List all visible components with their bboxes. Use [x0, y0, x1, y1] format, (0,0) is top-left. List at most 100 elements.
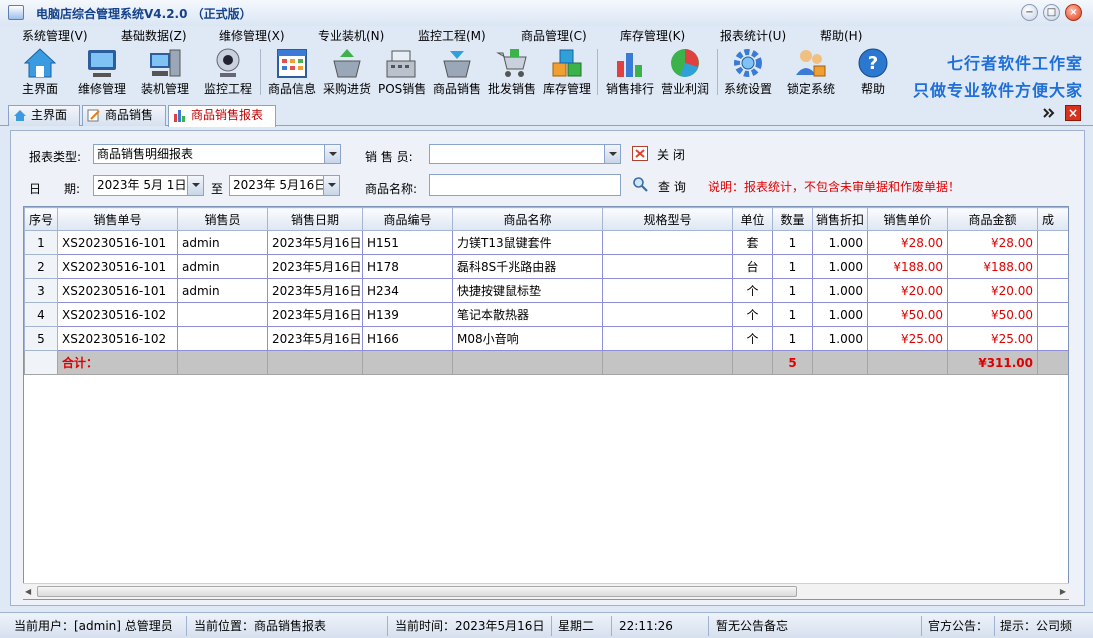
- column-header[interactable]: 销售日期: [267, 207, 363, 231]
- cell-amount: ¥20.00: [947, 278, 1038, 303]
- query-button[interactable]: 查 询: [658, 178, 686, 195]
- chevron-down-icon[interactable]: [187, 176, 203, 195]
- tab-label: 商品销售报表: [191, 108, 264, 122]
- cell-seq: 1: [24, 230, 58, 255]
- summary-cell: [732, 350, 773, 375]
- minimize-button[interactable]: −: [1021, 4, 1038, 21]
- tool-product-sales[interactable]: 商品销售: [430, 45, 484, 99]
- column-header[interactable]: 商品金额: [947, 207, 1038, 231]
- cell-cost: [1037, 254, 1068, 279]
- cell-date: 2023年5月16日: [267, 254, 363, 279]
- column-header[interactable]: 序号: [24, 207, 58, 231]
- menu-assembly[interactable]: 专业装机(N): [318, 27, 384, 44]
- status-separator: [387, 616, 388, 636]
- tool-help[interactable]: ? 帮助: [850, 45, 896, 99]
- column-header[interactable]: 销售单号: [57, 207, 178, 231]
- menu-reports[interactable]: 报表统计(U): [720, 27, 786, 44]
- menu-monitoring[interactable]: 监控工程(M): [418, 27, 486, 44]
- chevron-down-icon[interactable]: [324, 145, 340, 163]
- tool-repair[interactable]: 维修管理: [76, 45, 128, 99]
- tool-assembly[interactable]: 装机管理: [138, 45, 192, 99]
- report-type-select[interactable]: 商品销售明细报表: [93, 144, 341, 164]
- tool-profit[interactable]: 营业利润: [658, 45, 712, 99]
- menu-system[interactable]: 系统管理(V): [22, 27, 88, 44]
- scroll-left-icon[interactable]: ◀: [25, 587, 31, 596]
- cell-unit: 个: [732, 326, 773, 351]
- status-memo: 暂无公告备忘: [716, 619, 789, 633]
- status-separator: [708, 616, 709, 636]
- cell-amount: ¥25.00: [947, 326, 1038, 351]
- tool-settings[interactable]: 系统设置: [722, 45, 774, 99]
- cell-cost: [1037, 326, 1068, 351]
- tool-label: 装机管理: [140, 82, 189, 96]
- tab-overflow-icon[interactable]: [1042, 106, 1056, 120]
- date-to-label: 至: [211, 182, 224, 196]
- chevron-down-icon[interactable]: [323, 176, 339, 195]
- summary-cell: [267, 350, 363, 375]
- close-report-icon[interactable]: [632, 146, 648, 161]
- date-from-value: 2023年 5月 1日: [97, 178, 187, 192]
- column-header[interactable]: 销售单价: [867, 207, 948, 231]
- scrollbar-thumb[interactable]: [37, 586, 797, 597]
- column-header[interactable]: 商品编号: [362, 207, 453, 231]
- cell-date: 2023年5月16日: [267, 302, 363, 327]
- tool-inventory[interactable]: 库存管理: [541, 45, 593, 99]
- date-from-picker[interactable]: 2023年 5月 1日: [93, 175, 204, 196]
- menu-repair[interactable]: 维修管理(X): [219, 27, 285, 44]
- search-icon[interactable]: [632, 176, 648, 192]
- column-header[interactable]: 规格型号: [602, 207, 733, 231]
- column-header[interactable]: 单位: [732, 207, 773, 231]
- cell-salesperson: [177, 326, 268, 351]
- cell-seq: 3: [24, 278, 58, 303]
- tool-purchase[interactable]: 采购进货: [321, 45, 373, 99]
- chevron-down-icon[interactable]: [604, 145, 620, 163]
- menu-inventory[interactable]: 库存管理(K): [620, 27, 685, 44]
- menu-base-data[interactable]: 基础数据(Z): [121, 27, 187, 44]
- home-icon: [14, 110, 26, 121]
- tool-home[interactable]: 主界面: [18, 45, 62, 99]
- table-row[interactable]: 3 XS20230516-101 admin 2023年5月16日 H234 快捷按键鼠标…: [24, 278, 1068, 303]
- cell-unit: 台: [732, 254, 773, 279]
- cell-order-no: XS20230516-101: [57, 278, 178, 303]
- tool-label: 维修管理: [77, 82, 126, 96]
- cell-name: 快捷按键鼠标垫: [452, 278, 603, 303]
- product-name-input[interactable]: [429, 174, 621, 196]
- tool-wholesale[interactable]: 批发销售: [486, 45, 538, 99]
- column-header[interactable]: 成: [1037, 207, 1068, 231]
- column-header[interactable]: 销售员: [177, 207, 268, 231]
- close-report-button[interactable]: 关 闭: [657, 146, 685, 163]
- date-to-picker[interactable]: 2023年 5月16日: [229, 175, 340, 196]
- horizontal-scrollbar[interactable]: ◀ ▶: [23, 583, 1069, 599]
- tool-sales-ranking[interactable]: 销售排行: [603, 45, 657, 99]
- menu-products[interactable]: 商品管理(C): [521, 27, 587, 44]
- cell-qty: 1: [772, 230, 813, 255]
- tool-label: 库存管理: [542, 82, 591, 96]
- maximize-button[interactable]: □: [1043, 4, 1060, 21]
- tool-label: 采购进货: [322, 82, 371, 96]
- scroll-right-icon[interactable]: ▶: [1060, 587, 1066, 596]
- tab-sales-report[interactable]: 商品销售报表: [168, 105, 276, 127]
- tool-lock[interactable]: 锁定系统: [784, 45, 838, 99]
- tool-label: 监控工程: [203, 82, 252, 96]
- table-row[interactable]: 5 XS20230516-102 2023年5月16日 H166 M08小音响 个 1 1.0…: [24, 326, 1068, 351]
- boxes-icon: [552, 49, 582, 77]
- column-header[interactable]: 销售折扣: [812, 207, 868, 231]
- salesperson-select[interactable]: [429, 144, 621, 164]
- tab-home[interactable]: 主界面: [8, 105, 80, 126]
- tab-product-sales[interactable]: 商品销售: [82, 105, 166, 126]
- tool-pos[interactable]: POS销售: [378, 45, 426, 99]
- table-row[interactable]: 2 XS20230516-101 admin 2023年5月16日 H178 磊科8S千兆…: [24, 254, 1068, 279]
- column-header[interactable]: 商品名称: [452, 207, 603, 231]
- notice-text: 说明：报表统计，不包含未审单据和作废单据！: [708, 180, 961, 194]
- table-row[interactable]: 4 XS20230516-102 2023年5月16日 H139 笔记本散热器 个 1 1.0…: [24, 302, 1068, 327]
- close-window-button[interactable]: ×: [1065, 4, 1082, 21]
- close-tab-button[interactable]: ×: [1065, 105, 1081, 121]
- tool-label: 主界面: [21, 82, 58, 96]
- menu-help[interactable]: 帮助(H): [820, 27, 862, 44]
- tool-product-info[interactable]: 商品信息: [265, 45, 319, 99]
- tool-monitoring[interactable]: 监控工程: [201, 45, 255, 99]
- column-header[interactable]: 数量: [772, 207, 813, 231]
- cell-code: H178: [362, 254, 453, 279]
- minimize-icon: −: [1025, 7, 1034, 18]
- table-row[interactable]: 1 XS20230516-101 admin 2023年5月16日 H151 力镁T13鼠…: [24, 230, 1068, 255]
